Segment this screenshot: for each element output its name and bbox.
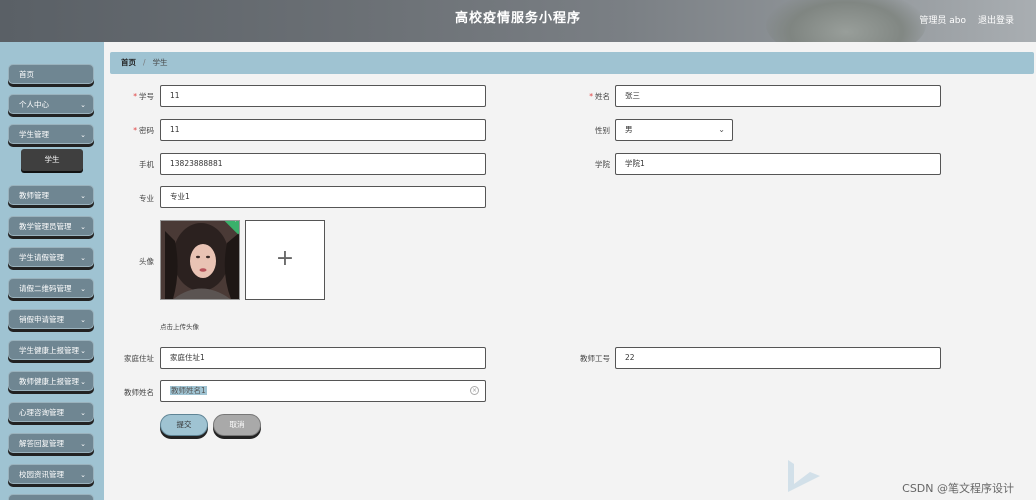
- top-header: 高校疫情服务小程序 管理员 abo 退出登录: [0, 0, 1036, 42]
- name-label: * 姓名: [566, 91, 610, 102]
- avatar-image[interactable]: ✓: [160, 220, 240, 300]
- sidebar-item-label: 教学管理员管理: [19, 222, 72, 231]
- sidebar-item-profile[interactable]: 个人中心 ⌄: [8, 94, 94, 114]
- label-text: 学号: [139, 92, 154, 101]
- major-input[interactable]: 专业1: [160, 186, 486, 208]
- sidebar-item-teacher-health[interactable]: 教师健康上报管理 ⌄: [8, 371, 94, 391]
- app-title: 高校疫情服务小程序: [454, 11, 581, 26]
- required-mark: *: [589, 92, 593, 101]
- sidebar-item-counseling[interactable]: 心理咨询管理 ⌄: [8, 402, 94, 422]
- gender-label: 性别: [595, 126, 610, 135]
- avatar-label: 头像: [139, 257, 154, 266]
- chevron-down-icon: ⌄: [80, 254, 86, 262]
- sidebar: 首页 个人中心 ⌄ 学生管理 ⌄ 学生 教师管理 ⌄ 教学管理员管理 ⌄ 学生请假管理 ⌄…: [0, 42, 104, 500]
- label-text: 姓名: [595, 92, 610, 101]
- chevron-down-icon: ⌄: [80, 223, 86, 231]
- sidebar-item-label: 首页: [19, 70, 34, 79]
- check-icon: ✓: [233, 220, 240, 225]
- sidebar-item-label: 教师管理: [19, 191, 49, 200]
- name-input[interactable]: 张三: [615, 85, 941, 107]
- sidebar-item-leave-qrcode[interactable]: 请假二维码管理 ⌄: [8, 278, 94, 298]
- chevron-down-icon: ⌄: [80, 101, 86, 109]
- student-id-input[interactable]: 11: [160, 85, 486, 107]
- sidebar-item-home[interactable]: 首页: [8, 64, 94, 84]
- teacher-id-input[interactable]: 22: [615, 347, 941, 369]
- sidebar-item-teaching-admins[interactable]: 教学管理员管理 ⌄: [8, 216, 94, 236]
- watermark-text: CSDN @笔文程序设计: [902, 482, 1014, 495]
- sidebar-item-label: 学生管理: [19, 130, 49, 139]
- sidebar-item-label: 销假申请管理: [19, 315, 64, 324]
- required-mark: *: [133, 92, 137, 101]
- student-id-label: * 学号: [114, 91, 154, 102]
- cancel-button[interactable]: 取消: [213, 414, 261, 436]
- chevron-down-icon: ⌄: [80, 471, 86, 479]
- plus-icon: +: [275, 246, 295, 271]
- sidebar-item-label: 教师健康上报管理: [19, 377, 79, 386]
- address-input[interactable]: 家庭住址1: [160, 347, 486, 369]
- password-input[interactable]: 11: [160, 119, 486, 141]
- breadcrumb: 首页 / 学生: [110, 52, 1034, 74]
- sidebar-item-more[interactable]: [8, 494, 94, 500]
- chevron-down-icon: ⌄: [718, 125, 725, 134]
- required-mark: *: [133, 126, 137, 135]
- teacher-name-input[interactable]: 教师姓名1 ×: [160, 380, 486, 402]
- avatar-photo: [161, 221, 239, 299]
- sidebar-item-label: 学生请假管理: [19, 253, 64, 262]
- sidebar-item-student-health[interactable]: 学生健康上报管理 ⌄: [8, 340, 94, 360]
- main-content: 首页 / 学生 * 学号 11 * 姓名 张三 * 密码 11 性别 男 ⌄ 手机 1382…: [104, 42, 1036, 500]
- sidebar-item-label: 解答回复管理: [19, 439, 64, 448]
- address-label: 家庭住址: [124, 354, 154, 363]
- label-text: 密码: [139, 126, 154, 135]
- sidebar-item-student-leave[interactable]: 学生请假管理 ⌄: [8, 247, 94, 267]
- chevron-down-icon: ⌄: [80, 192, 86, 200]
- college-input[interactable]: 学院1: [615, 153, 941, 175]
- sidebar-item-label: 校园资讯管理: [19, 470, 64, 479]
- phone-input[interactable]: 13823888881: [160, 153, 486, 175]
- watermark-logo-icon: [788, 460, 820, 492]
- breadcrumb-current: 学生: [152, 58, 168, 67]
- breadcrumb-separator: /: [143, 58, 146, 67]
- submit-button[interactable]: 提交: [160, 414, 208, 436]
- sidebar-item-students[interactable]: 学生管理 ⌄: [8, 124, 94, 144]
- chevron-down-icon: ⌄: [80, 285, 86, 293]
- sidebar-item-leave-cancel[interactable]: 销假申请管理 ⌄: [8, 309, 94, 329]
- breadcrumb-home[interactable]: 首页: [121, 58, 136, 67]
- sidebar-item-replies[interactable]: 解答回复管理 ⌄: [8, 433, 94, 453]
- sidebar-item-teachers[interactable]: 教师管理 ⌄: [8, 185, 94, 205]
- gender-selected-value: 男: [625, 125, 633, 134]
- chevron-down-icon: ⌄: [80, 347, 86, 355]
- password-label: * 密码: [114, 125, 154, 136]
- teacher-id-label: 教师工号: [580, 354, 610, 363]
- chevron-down-icon: ⌄: [80, 378, 86, 386]
- chevron-down-icon: ⌄: [80, 440, 86, 448]
- admin-username: 管理员 abo: [919, 16, 966, 26]
- selected-text: 教师姓名1: [170, 386, 207, 395]
- sidebar-item-label: 学生健康上报管理: [19, 346, 79, 355]
- gender-select[interactable]: 男 ⌄: [615, 119, 733, 141]
- avatar-upload-button[interactable]: +: [245, 220, 325, 300]
- chevron-down-icon: ⌄: [80, 131, 86, 139]
- sidebar-item-label: 请假二维码管理: [19, 284, 72, 293]
- chevron-down-icon: ⌄: [80, 316, 86, 324]
- major-label: 专业: [139, 194, 154, 203]
- phone-label: 手机: [139, 160, 154, 169]
- sidebar-item-campus-news[interactable]: 校园资讯管理 ⌄: [8, 464, 94, 484]
- sidebar-item-label: 心理咨询管理: [19, 408, 64, 417]
- teacher-name-label: 教师姓名: [124, 388, 154, 397]
- chevron-down-icon: ⌄: [80, 409, 86, 417]
- avatar-upload-hint: 点击上传头像: [160, 323, 199, 331]
- college-label: 学院: [595, 160, 610, 169]
- submenu-item-student[interactable]: 学生: [21, 149, 83, 171]
- clear-icon[interactable]: ×: [470, 386, 479, 395]
- logout-link[interactable]: 退出登录: [978, 13, 1014, 26]
- sidebar-item-label: 个人中心: [19, 100, 49, 109]
